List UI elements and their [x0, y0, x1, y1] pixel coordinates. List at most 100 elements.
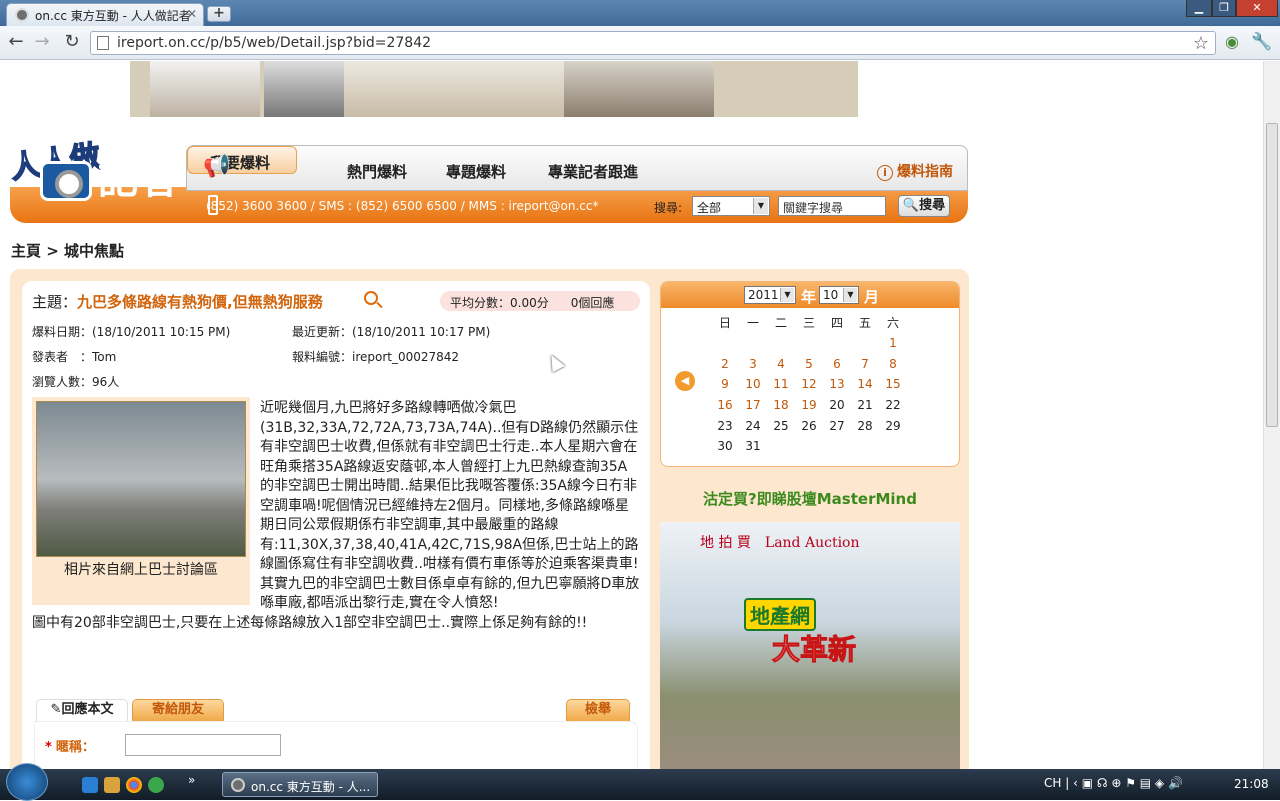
ie-icon[interactable] — [82, 777, 98, 793]
quicklaunch-chevron-icon[interactable]: » — [188, 773, 195, 787]
calendar-day[interactable]: 6 — [823, 353, 851, 374]
calendar-day[interactable]: 9 — [711, 374, 739, 395]
forward-icon[interactable]: → — [30, 31, 54, 55]
taskbar-chrome-window[interactable]: on.cc 東方互動 - 人... — [222, 772, 378, 797]
tab-report-abuse[interactable]: 檢舉 — [566, 699, 630, 721]
restore-icon[interactable]: ❐ — [1212, 0, 1236, 17]
store-icon[interactable] — [104, 777, 120, 793]
nav-pro-reporter[interactable]: 專業記者跟進 — [548, 161, 638, 182]
search-button[interactable]: 🔍搜尋 — [898, 195, 950, 217]
calendar-week-row: 23 24 25 26 27 28 29 — [711, 415, 907, 436]
previous-month-icon[interactable]: ◀ — [675, 371, 695, 391]
site-logo[interactable]: 人人做 記者 — [8, 121, 190, 207]
clock[interactable]: 21:08 — [1234, 777, 1269, 791]
year-value: 2011 — [748, 288, 779, 302]
calendar-day[interactable]: 16 — [711, 395, 739, 416]
calendar-empty-cell — [795, 333, 823, 354]
address-bar[interactable]: ireport.on.cc/p/b5/web/Detail.jsp?bid=27… — [90, 31, 1216, 55]
banner-photo — [264, 61, 344, 117]
bus-depot-photo[interactable] — [36, 401, 246, 557]
calendar-day[interactable]: 10 — [739, 374, 767, 395]
calendar-grid: 日一二三四五六 1 2 3 4 5 6 7 8 9 10 11 12 13 14 15 16 17 18 19 20 2… — [711, 312, 907, 457]
calendar-day: 23 — [717, 418, 733, 433]
calendar-empty-cell — [767, 333, 795, 354]
calendar-empty-cell — [823, 436, 851, 457]
vertical-scrollbar[interactable] — [1263, 61, 1280, 769]
search-icon: 🔍 — [902, 198, 920, 213]
calendar-day: 30 — [717, 439, 733, 454]
calendar-day[interactable]: 2 — [711, 353, 739, 374]
weekday-header: 二 — [774, 315, 787, 330]
year-select[interactable]: 2011 ▼ — [744, 286, 796, 304]
language-indicator[interactable]: CH — [1044, 776, 1061, 790]
calendar-day: 24 — [745, 418, 761, 433]
top-banner-ad[interactable] — [130, 61, 858, 117]
search-scope-select[interactable]: 全部 ▼ — [692, 196, 770, 216]
search-input[interactable]: 關鍵字搜尋 — [778, 196, 886, 216]
calendar-day[interactable]: 3 — [739, 353, 767, 374]
messenger-icon[interactable] — [148, 777, 164, 793]
calendar-empty-cell — [739, 333, 767, 354]
chrome-icon[interactable] — [126, 777, 142, 793]
calendar-day: 20 — [829, 398, 845, 413]
browser-tab[interactable]: on.cc 東方互動 - 人人做記者 ✕ — [6, 3, 204, 26]
contact-info: (852) 3600 3600 / SMS : (852) 6500 6500 … — [206, 199, 599, 213]
calendar-day[interactable]: 14 — [851, 374, 879, 395]
report-date: 爆料日期：(18/10/2011 10:15 PM) — [32, 325, 231, 339]
magnify-icon[interactable] — [364, 291, 378, 305]
subject-label: 主題： — [32, 293, 78, 311]
banner-photo — [564, 61, 714, 117]
calendar-day[interactable]: 18 — [767, 395, 795, 416]
weekday-header: 一 — [746, 315, 759, 330]
nav-hot[interactable]: 熱門爆料 — [347, 161, 407, 182]
calendar-empty-cell — [823, 333, 851, 354]
breadcrumb[interactable]: 主頁 > 城中焦點 — [11, 240, 124, 261]
tab-send-friend[interactable]: 寄給朋友 — [132, 699, 224, 721]
reply-count: 0個回應 — [570, 296, 615, 310]
close-window-icon[interactable]: ✕ — [1236, 0, 1278, 17]
calendar-day[interactable]: 19 — [795, 395, 823, 416]
system-tray[interactable]: CH | ‹ ▣ ☊ ⊕ ⚑ ▤ ◈ 🔊 — [1044, 776, 1183, 790]
last-update: 最近更新：(18/10/2011 10:17 PM) — [292, 325, 491, 339]
calendar-day[interactable]: 17 — [739, 395, 767, 416]
calendar-day: 22 — [885, 398, 901, 413]
tray-icons[interactable]: | ‹ ▣ ☊ ⊕ ⚑ ▤ ◈ 🔊 — [1065, 776, 1183, 790]
calendar-day[interactable]: 7 — [851, 353, 879, 374]
calendar-day[interactable]: 5 — [795, 353, 823, 374]
main-nav: 📢 我要爆料 熱門爆料 專題爆料 專業記者跟進 i 爆料指南 — [186, 145, 968, 191]
nickname-input[interactable] — [125, 734, 281, 756]
report-guide-link[interactable]: i 爆料指南 — [877, 161, 953, 181]
calendar-day[interactable]: 15 — [879, 374, 907, 395]
tab-reply[interactable]: ✎回應本文 — [36, 699, 128, 721]
start-button[interactable] — [6, 763, 48, 801]
back-icon[interactable]: ← — [4, 31, 28, 55]
calendar-day: 25 — [773, 418, 789, 433]
required-marker: * — [45, 740, 52, 755]
calendar-day[interactable]: 4 — [767, 353, 795, 374]
calendar-day[interactable]: 1 — [879, 333, 907, 354]
month-select[interactable]: 10 ▼ — [819, 286, 859, 304]
calendar-day[interactable]: 12 — [795, 374, 823, 395]
subject-title: 九巴多條路線有熱狗價,但無熱狗服務 — [77, 293, 323, 311]
extension-icon[interactable]: ◉ — [1220, 31, 1244, 55]
calendar-day[interactable]: 13 — [823, 374, 851, 395]
bookmark-star-icon[interactable]: ☆ — [1193, 33, 1209, 54]
mastermind-promo-link[interactable]: 沽定買?即睇股壇MasterMind — [660, 488, 960, 509]
calendar-day[interactable]: 11 — [767, 374, 795, 395]
search-button-label: 搜尋 — [919, 198, 946, 213]
minimize-icon[interactable]: ▁ — [1186, 0, 1212, 17]
calendar-empty-cell — [851, 436, 879, 457]
land-auction-ad[interactable]: 地 拍 買 Land Auction 地產網 大革新 — [660, 522, 960, 769]
calendar-week-row: 16 17 18 19 20 21 22 — [711, 395, 907, 416]
calendar-day[interactable]: 8 — [879, 353, 907, 374]
scrollbar-thumb[interactable] — [1266, 123, 1278, 427]
reload-icon[interactable]: ↻ — [60, 31, 84, 55]
nickname-label-text: 暱稱： — [55, 740, 95, 755]
close-tab-icon[interactable]: ✕ — [187, 7, 197, 21]
ad-brand: 地產網 — [744, 598, 816, 631]
wrench-menu-icon[interactable]: 🔧 — [1250, 31, 1274, 55]
new-tab-button[interactable]: + — [207, 6, 231, 22]
site-header: (852) 3600 3600 / SMS : (852) 6500 6500 … — [8, 138, 968, 227]
calendar-day: 27 — [829, 418, 845, 433]
nav-topics[interactable]: 專題爆料 — [446, 161, 506, 182]
